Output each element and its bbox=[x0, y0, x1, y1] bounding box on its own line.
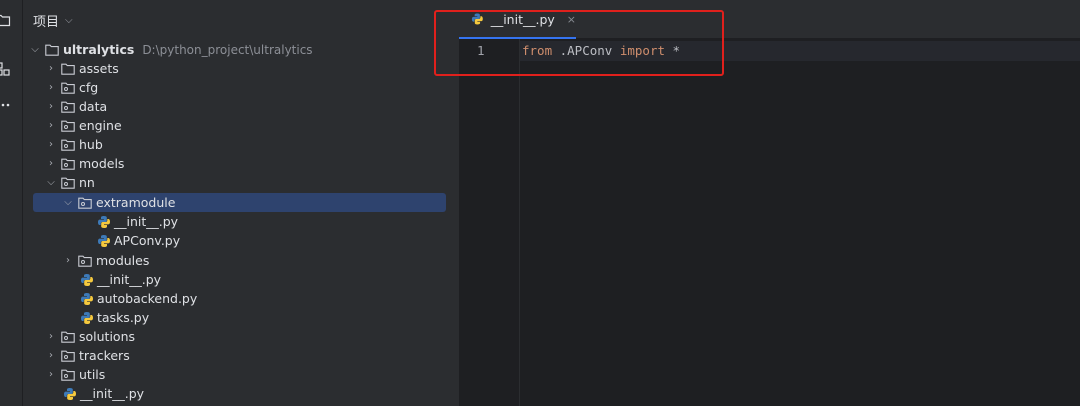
tree-item-hub[interactable]: › hub bbox=[23, 135, 480, 154]
tree-item-apconv[interactable]: APConv.py bbox=[23, 231, 532, 250]
project-panel-header[interactable]: 项目 ⌵ bbox=[33, 10, 73, 30]
line-gutter bbox=[459, 39, 520, 406]
module-name: .APConv bbox=[552, 43, 620, 58]
tree-item-engine[interactable]: › engine bbox=[23, 116, 480, 135]
package-icon bbox=[61, 139, 75, 151]
tree-item-label: data bbox=[79, 99, 108, 114]
tree-item-assets[interactable]: › assets bbox=[23, 59, 480, 78]
folder-icon[interactable] bbox=[0, 9, 14, 31]
tree-item-extramodule[interactable]: ⌵ extramodule bbox=[23, 193, 497, 212]
tree-item-label: cfg bbox=[79, 80, 99, 95]
tree-item-solutions[interactable]: › solutions bbox=[23, 327, 480, 346]
chevron-down-icon[interactable]: ⌵ bbox=[62, 197, 74, 209]
folder-icon bbox=[61, 63, 75, 75]
tree-item-trackers[interactable]: › trackers bbox=[23, 346, 480, 365]
editor-tab-bar: __init__.py × bbox=[459, 0, 1080, 39]
chevron-down-icon[interactable]: ⌵ bbox=[45, 177, 57, 189]
package-icon bbox=[61, 101, 75, 113]
tree-item-label: assets bbox=[79, 61, 119, 76]
python-file-icon bbox=[471, 13, 483, 25]
package-icon bbox=[61, 331, 75, 343]
code-area[interactable]: 1 from .APConv import * bbox=[459, 39, 1080, 406]
tree-item-nn-init[interactable]: __init__.py bbox=[23, 270, 515, 289]
chevron-right-icon[interactable]: › bbox=[45, 331, 57, 343]
tree-item-models[interactable]: › models bbox=[23, 154, 480, 173]
chevron-right-icon[interactable]: › bbox=[45, 139, 57, 151]
import-target: * bbox=[665, 43, 681, 58]
chevron-right-icon[interactable]: › bbox=[45, 158, 57, 170]
chevron-right-icon[interactable]: › bbox=[45, 350, 57, 362]
code-line[interactable]: from .APConv import * bbox=[522, 43, 680, 58]
tree-item-label: __init__.py bbox=[114, 214, 179, 229]
tree-item-label: nn bbox=[79, 175, 95, 190]
structure-icon[interactable] bbox=[0, 58, 14, 80]
more-icon[interactable] bbox=[0, 94, 14, 116]
editor: __init__.py × 1 from .APConv import * bbox=[459, 0, 1080, 406]
tree-item-label: tasks.py bbox=[97, 310, 150, 325]
tree-item-label: __init__.py bbox=[97, 272, 162, 287]
tree-item-autobackend[interactable]: autobackend.py bbox=[23, 289, 515, 308]
tree-item-utils[interactable]: › utils bbox=[23, 365, 480, 384]
tree-item-ultralytics[interactable]: ⌵ ultralytics D:\python_project\ultralyt… bbox=[23, 40, 464, 59]
tab-init-py[interactable]: __init__.py × bbox=[459, 0, 576, 39]
tree-item-label: hub bbox=[79, 137, 103, 152]
python-file-icon bbox=[81, 311, 93, 324]
tree-item-nn[interactable]: ⌵ nn bbox=[23, 173, 480, 192]
tree-item-modules[interactable]: › modules bbox=[23, 251, 497, 270]
line-number: 1 bbox=[477, 43, 485, 58]
close-icon[interactable]: × bbox=[567, 13, 576, 26]
chevron-right-icon[interactable]: › bbox=[45, 120, 57, 132]
selection-highlight bbox=[33, 193, 446, 212]
package-icon bbox=[78, 255, 92, 267]
keyword-from: from bbox=[522, 43, 553, 58]
python-file-icon bbox=[81, 273, 93, 286]
package-icon bbox=[61, 177, 75, 189]
chevron-right-icon[interactable]: › bbox=[62, 255, 74, 267]
project-path: D:\python_project\ultralytics bbox=[142, 42, 313, 57]
tree-item-tasks[interactable]: tasks.py bbox=[23, 308, 515, 327]
project-panel-title: 项目 bbox=[33, 14, 60, 30]
tree-item-label: __init__.py bbox=[80, 386, 145, 401]
tree-item-label: solutions bbox=[79, 329, 136, 344]
folder-icon bbox=[45, 44, 59, 56]
tree-item-root-init[interactable]: __init__.py bbox=[23, 384, 498, 403]
tree-item-data[interactable]: › data bbox=[23, 97, 480, 116]
tab-label: __init__.py bbox=[490, 11, 555, 27]
python-file-icon bbox=[98, 234, 110, 247]
tree-item-label: ultralytics bbox=[63, 42, 135, 57]
chevron-down-icon[interactable]: ⌵ bbox=[65, 15, 73, 26]
tree-item-label: autobackend.py bbox=[97, 291, 198, 306]
tree-item-label: engine bbox=[79, 118, 122, 133]
project-panel: 项目 ⌵ ⌵ ultralytics D:\python_project\ult… bbox=[23, 0, 458, 406]
chevron-right-icon[interactable]: › bbox=[45, 82, 57, 94]
package-icon bbox=[61, 82, 75, 94]
package-icon bbox=[61, 120, 75, 132]
tree-item-label: utils bbox=[79, 367, 106, 382]
tree-item-extramodule-init[interactable]: __init__.py bbox=[23, 212, 532, 231]
keyword-import: import bbox=[619, 43, 665, 58]
chevron-right-icon[interactable]: › bbox=[45, 63, 57, 75]
chevron-right-icon[interactable]: › bbox=[45, 369, 57, 381]
package-icon bbox=[61, 369, 75, 381]
python-file-icon bbox=[98, 215, 110, 228]
tree-item-label: models bbox=[79, 156, 125, 171]
package-icon bbox=[61, 350, 75, 362]
package-icon bbox=[61, 158, 75, 170]
tree-item-label: APConv.py bbox=[114, 233, 181, 248]
tool-window-strip bbox=[0, 0, 23, 406]
python-file-icon bbox=[81, 292, 93, 305]
package-icon bbox=[78, 197, 92, 209]
tree-item-label: extramodule bbox=[96, 195, 176, 210]
tree-item-label: modules bbox=[96, 253, 150, 268]
chevron-right-icon[interactable]: › bbox=[45, 101, 57, 113]
python-file-icon bbox=[64, 387, 76, 400]
tree-item-cfg[interactable]: › cfg bbox=[23, 78, 480, 97]
tree-item-label: trackers bbox=[79, 348, 130, 363]
chevron-down-icon[interactable]: ⌵ bbox=[29, 44, 41, 56]
